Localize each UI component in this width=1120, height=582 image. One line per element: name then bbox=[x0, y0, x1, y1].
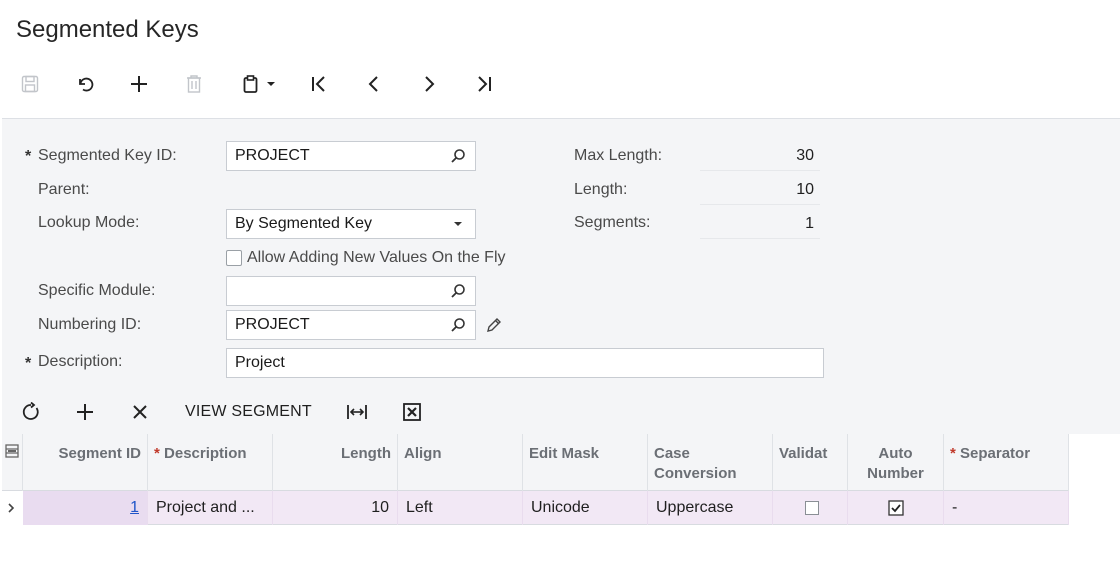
specific-module-field[interactable] bbox=[226, 276, 476, 306]
chevron-right-icon bbox=[8, 503, 15, 513]
required-marker: * bbox=[25, 355, 32, 372]
segmented-key-id-value: PROJECT bbox=[235, 147, 310, 164]
export-excel-icon[interactable] bbox=[397, 397, 427, 427]
numbering-id-label: Numbering ID: bbox=[38, 316, 142, 333]
description-value: Project bbox=[235, 354, 285, 371]
next-record-icon[interactable] bbox=[414, 69, 444, 99]
segments-value: 1 bbox=[700, 209, 820, 239]
cell-auto-number[interactable] bbox=[848, 491, 944, 525]
save-icon[interactable] bbox=[15, 69, 45, 99]
cell-validate[interactable] bbox=[773, 491, 848, 525]
search-icon[interactable] bbox=[449, 282, 467, 300]
max-length-value: 30 bbox=[700, 141, 820, 171]
first-record-icon[interactable] bbox=[304, 69, 334, 99]
numbering-id-value: PROJECT bbox=[235, 316, 310, 333]
previous-record-icon[interactable] bbox=[359, 69, 389, 99]
allow-adding-checkbox[interactable] bbox=[226, 250, 242, 266]
header-length[interactable]: Length bbox=[273, 434, 398, 491]
search-icon[interactable] bbox=[449, 147, 467, 165]
add-icon[interactable] bbox=[124, 69, 154, 99]
caret-down-icon[interactable] bbox=[449, 215, 467, 233]
column-config-icon bbox=[5, 444, 19, 458]
caret-down-icon bbox=[267, 82, 275, 86]
cell-length[interactable]: 10 bbox=[273, 491, 398, 525]
header-align[interactable]: Align bbox=[398, 434, 523, 491]
length-label: Length: bbox=[574, 181, 628, 198]
page-title: Segmented Keys bbox=[16, 16, 199, 43]
fit-width-icon[interactable] bbox=[342, 397, 372, 427]
segment-id-link[interactable]: 1 bbox=[130, 499, 139, 516]
description-label: Description: bbox=[38, 353, 123, 370]
delete-row-icon[interactable] bbox=[125, 397, 155, 427]
header-validate[interactable]: Validat bbox=[773, 434, 848, 491]
description-field[interactable]: Project bbox=[226, 348, 824, 378]
cell-description[interactable]: Project and ... bbox=[148, 491, 273, 525]
segments-label: Segments: bbox=[574, 214, 651, 231]
column-selector-cell[interactable] bbox=[2, 434, 23, 491]
segmented-key-id-label: Segmented Key ID: bbox=[38, 147, 177, 164]
add-row-icon[interactable] bbox=[70, 397, 100, 427]
allow-adding-label: Allow Adding New Values On the Fly bbox=[247, 249, 506, 266]
length-value: 10 bbox=[700, 175, 820, 205]
edit-pencil-icon[interactable] bbox=[480, 311, 508, 339]
search-icon[interactable] bbox=[449, 316, 467, 334]
lookup-mode-value: By Segmented Key bbox=[235, 215, 372, 232]
numbering-id-field[interactable]: PROJECT bbox=[226, 310, 476, 340]
max-length-label: Max Length: bbox=[574, 147, 663, 164]
cell-edit-mask[interactable]: Unicode bbox=[523, 491, 648, 525]
last-record-icon[interactable] bbox=[469, 69, 499, 99]
lookup-mode-label: Lookup Mode: bbox=[38, 214, 140, 231]
required-marker: * bbox=[25, 148, 32, 165]
specific-module-label: Specific Module: bbox=[38, 282, 156, 299]
row-indicator[interactable] bbox=[2, 491, 23, 525]
header-separator[interactable]: * Separator bbox=[944, 434, 1069, 491]
cell-align[interactable]: Left bbox=[398, 491, 523, 525]
header-edit-mask[interactable]: Edit Mask bbox=[523, 434, 648, 491]
refresh-icon[interactable] bbox=[16, 397, 46, 427]
clipboard-icon bbox=[243, 75, 258, 93]
auto-number-checkbox-checked bbox=[888, 500, 904, 516]
header-segment-id[interactable]: Segment ID bbox=[23, 434, 148, 491]
lookup-mode-select[interactable]: By Segmented Key bbox=[226, 209, 476, 239]
cell-segment-id[interactable]: 1 bbox=[23, 491, 148, 525]
segmented-key-id-field[interactable]: PROJECT bbox=[226, 141, 476, 171]
cell-separator[interactable]: - bbox=[944, 491, 1069, 525]
clipboard-menu-button[interactable] bbox=[236, 69, 282, 99]
header-auto-number[interactable]: Auto Number bbox=[848, 434, 944, 491]
undo-icon[interactable] bbox=[70, 69, 100, 99]
validate-checkbox[interactable] bbox=[805, 500, 819, 515]
view-segment-button[interactable]: VIEW SEGMENT bbox=[185, 403, 312, 421]
header-description[interactable]: * Description bbox=[148, 434, 273, 491]
cell-case-conversion[interactable]: Uppercase bbox=[648, 491, 773, 525]
parent-label: Parent: bbox=[38, 181, 90, 198]
form-panel bbox=[2, 118, 1120, 434]
delete-icon[interactable] bbox=[179, 69, 209, 99]
header-case-conversion[interactable]: Case Conversion bbox=[648, 434, 773, 491]
